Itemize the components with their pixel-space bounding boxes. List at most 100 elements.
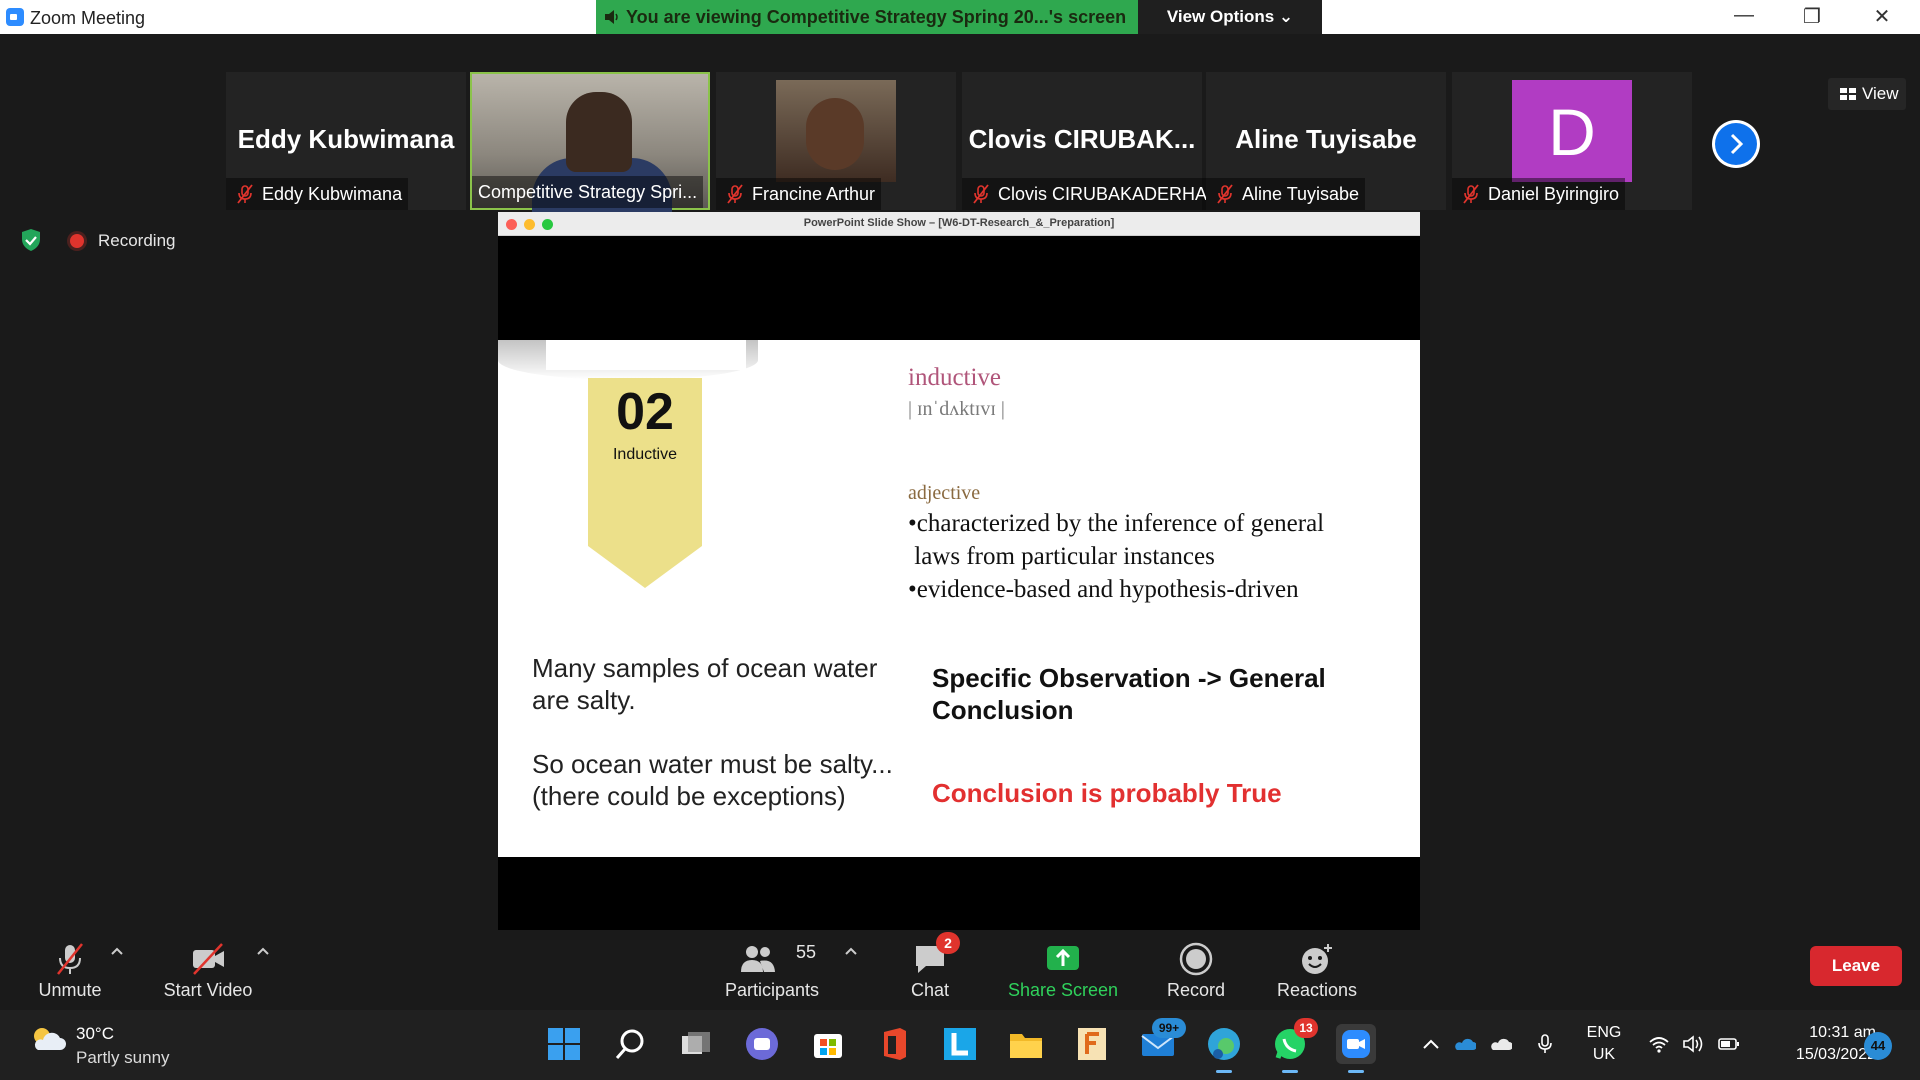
mail-icon[interactable]: 99+: [1138, 1018, 1186, 1064]
participant-name: Clovis CIRUBAKADERHA: [998, 184, 1208, 204]
restore-button[interactable]: ❐: [1792, 4, 1832, 30]
meeting-stage: Eddy Kubwimana Eddy Kubwimana Competitiv…: [0, 34, 1920, 962]
leave-button[interactable]: Leave: [1810, 946, 1902, 986]
participant-tile[interactable]: Francine Arthur: [716, 72, 956, 210]
participant-name-tag: Eddy Kubwimana: [226, 178, 409, 210]
dictionary-part-of-speech: adjective: [908, 482, 981, 504]
office-icon[interactable]: [874, 1024, 914, 1064]
example-line: Many samples of ocean water: [532, 653, 878, 683]
flow-line: Specific Observation -> General: [932, 663, 1326, 693]
participant-name-tag: Aline Tuyisabe: [1206, 178, 1366, 210]
windows-taskbar: 30°C Partly sunny 99+ 13 ENG UK 10:31 am…: [0, 1010, 1920, 1080]
example-line: are salty.: [532, 685, 636, 715]
reactions-smiley-icon: [1302, 944, 1332, 974]
flow-line: Conclusion: [932, 695, 1074, 725]
file-explorer-icon[interactable]: [1006, 1024, 1046, 1064]
start-video-label: Start Video: [163, 980, 253, 1000]
video-options-caret-icon[interactable]: [256, 946, 270, 956]
mail-badge: 99+: [1152, 1018, 1186, 1038]
example-conclusion: So ocean water must be salty... (there c…: [532, 748, 893, 812]
mic-muted-icon: [237, 184, 253, 204]
weather-temperature: 30°C: [76, 1024, 114, 1043]
volume-icon[interactable]: [1682, 1034, 1704, 1054]
wifi-icon[interactable]: [1648, 1034, 1670, 1054]
chat-label: Chat: [910, 980, 950, 1000]
share-banner-text: You are viewing Competitive Strategy Spr…: [626, 7, 1127, 27]
language-indicator[interactable]: ENG UK: [1584, 1022, 1624, 1066]
participant-photo: [776, 80, 896, 182]
avatar: D: [1512, 80, 1632, 182]
participant-display-name: Clovis CIRUBAK...: [968, 124, 1196, 154]
next-page-button[interactable]: [1712, 120, 1760, 168]
section-label: Inductive: [612, 446, 678, 463]
mic-muted-icon: [973, 184, 989, 204]
participant-display-name: Eddy Kubwimana: [237, 124, 455, 154]
partly-sunny-weather-icon[interactable]: [30, 1024, 66, 1052]
participants-options-caret-icon[interactable]: [844, 946, 858, 956]
example-line: (there could be exceptions): [532, 781, 846, 811]
view-options-button[interactable]: View Options ⌄: [1138, 0, 1322, 34]
participant-tile[interactable]: D Daniel Byiringiro: [1452, 72, 1692, 210]
dictionary-definition-line: •characterized by the inference of gener…: [908, 510, 1325, 537]
record-button[interactable]: Record: [1146, 930, 1246, 1010]
start-video-button[interactable]: Start Video: [150, 930, 266, 1010]
minimize-button[interactable]: —: [1724, 4, 1764, 30]
clock-date: 15/03/2022: [1795, 1046, 1876, 1063]
zoom-taskbar-icon[interactable]: [1336, 1024, 1376, 1073]
participant-name-tag: Clovis CIRUBAKADERHA: [962, 178, 1214, 210]
participants-count: 55: [796, 942, 817, 962]
whatsapp-icon[interactable]: 13: [1270, 1018, 1318, 1073]
record-icon: [1179, 942, 1213, 976]
participant-tile[interactable]: Eddy Kubwimana Eddy Kubwimana: [226, 72, 466, 210]
example-observation: Many samples of ocean water are salty.: [532, 652, 877, 716]
clock-time: 10:31 am: [1809, 1024, 1876, 1041]
audio-options-caret-icon[interactable]: [110, 946, 124, 956]
window-title: Zoom Meeting: [30, 8, 146, 28]
share-screen-button[interactable]: Share Screen: [1000, 930, 1126, 1010]
participant-name-tag: Francine Arthur: [716, 178, 882, 210]
battery-icon[interactable]: [1718, 1034, 1740, 1054]
reasoning-flow: Specific Observation -> General Conclusi…: [932, 662, 1326, 726]
participant-tile-active-speaker[interactable]: Competitive Strategy Spri...: [470, 72, 710, 218]
zoom-app-icon: [6, 8, 24, 26]
task-view-icon[interactable]: [676, 1024, 716, 1064]
close-button[interactable]: ✕: [1862, 4, 1902, 30]
microphone-icon[interactable]: [1534, 1034, 1556, 1054]
window-titlebar: Zoom Meeting You are viewing Competitive…: [0, 0, 1920, 34]
participant-display-name: Aline Tuyisabe: [1235, 124, 1417, 154]
microsoft-store-icon[interactable]: [808, 1024, 848, 1064]
reactions-button[interactable]: Reactions: [1262, 930, 1372, 1010]
participant-tile[interactable]: Aline Tuyisabe Aline Tuyisabe: [1206, 72, 1446, 210]
shared-window-title: PowerPoint Slide Show – [W6-DT-Research_…: [803, 217, 1115, 229]
participant-name: Aline Tuyisabe: [1242, 184, 1360, 204]
speaker-icon: [605, 10, 618, 24]
chevron-up-icon[interactable]: [1420, 1034, 1442, 1054]
grid-view-icon: [1840, 88, 1856, 100]
dictionary-word: inductive: [908, 364, 1002, 391]
search-icon[interactable]: [610, 1024, 650, 1064]
onedrive-cloud-icon[interactable]: [1454, 1034, 1476, 1054]
unmute-button[interactable]: Unmute: [20, 930, 120, 1010]
onedrive-personal-cloud-icon[interactable]: [1490, 1034, 1512, 1054]
participant-name-tag: Daniel Byiringiro: [1452, 178, 1626, 210]
participant-tile[interactable]: Clovis CIRUBAK... Clovis CIRUBAKADERHA: [962, 72, 1214, 210]
l-app-icon[interactable]: [940, 1024, 980, 1064]
section-number: 02: [616, 383, 674, 441]
notification-count-badge[interactable]: 44: [1864, 1032, 1892, 1060]
participant-name: Competitive Strategy Spri...: [478, 182, 698, 202]
security-shield-icon[interactable]: [20, 228, 42, 252]
mic-muted-icon: [1463, 184, 1479, 204]
system-clock[interactable]: 10:31 am 15/03/2022: [1756, 1022, 1876, 1066]
shared-screen: PowerPoint Slide Show – [W6-DT-Research_…: [498, 212, 1420, 962]
chat-unread-badge: 2: [936, 932, 960, 954]
teams-chat-icon[interactable]: [742, 1024, 782, 1064]
chat-button[interactable]: 2 Chat: [880, 930, 980, 1010]
participants-button[interactable]: 55 Participants: [716, 930, 828, 1010]
presentation-slide: 02 Inductive inductive | ɪnˈdʌktɪvɪ | ad…: [498, 340, 1420, 857]
view-layout-button[interactable]: View: [1828, 78, 1906, 110]
windows-start-icon[interactable]: [544, 1024, 584, 1064]
edge-browser-icon[interactable]: [1204, 1024, 1244, 1073]
f-app-icon[interactable]: [1072, 1024, 1112, 1064]
shared-window-titlebar: PowerPoint Slide Show – [W6-DT-Research_…: [498, 212, 1420, 236]
participants-label: Participants: [724, 980, 820, 1000]
